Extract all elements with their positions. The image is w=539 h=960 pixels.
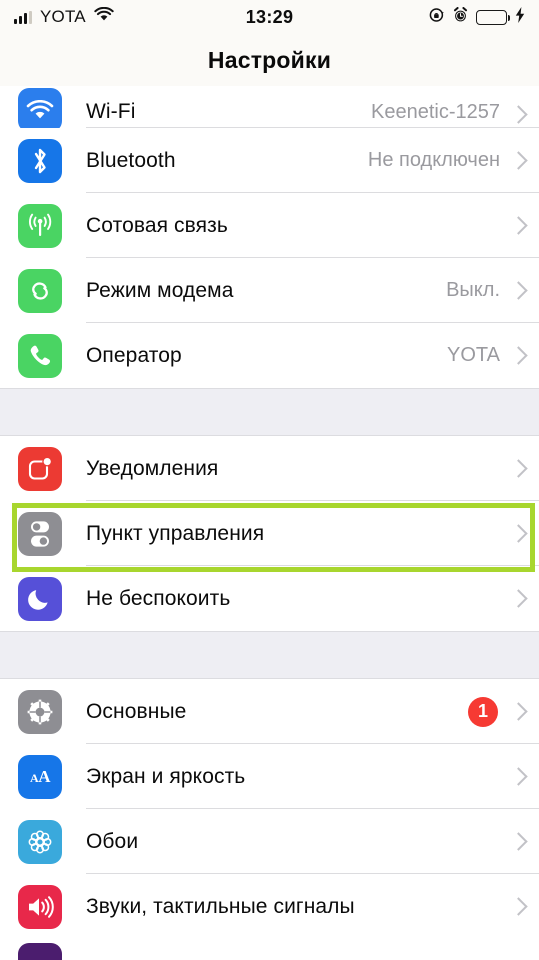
- moon-icon: [18, 576, 62, 621]
- settings-row-notifications[interactable]: Уведомления: [0, 436, 539, 501]
- settings-row-display-brightness[interactable]: AA Экран и яркость: [0, 744, 539, 809]
- settings-row-hotspot[interactable]: Режим модема Выкл.: [0, 258, 539, 323]
- wifi-icon: [94, 6, 114, 27]
- charging-bolt-icon: [515, 6, 525, 28]
- phone-icon: [18, 333, 62, 378]
- carrier-name: YOTA: [40, 7, 86, 26]
- sounds-icon: [18, 884, 62, 929]
- settings-row-label: Звуки, тактильные сигналы: [86, 894, 355, 918]
- settings-row-control-center[interactable]: Пункт управления: [0, 501, 539, 566]
- battery-icon: [476, 9, 511, 25]
- settings-row-general[interactable]: Основные 1: [0, 679, 539, 744]
- status-bar-left: YOTA: [14, 6, 246, 27]
- settings-row-carrier[interactable]: Оператор YOTA: [0, 323, 539, 388]
- settings-row-sounds[interactable]: Звуки, тактильные сигналы: [0, 874, 539, 939]
- settings-row-label: Пункт управления: [86, 521, 265, 545]
- hotspot-icon: [18, 268, 62, 313]
- clock-time: 13:29: [245, 6, 294, 27]
- settings-screen: YOTA 13:29 Настройки Wi-Fi Keenetic-1257…: [0, 0, 539, 960]
- chevron-right-icon: [512, 459, 523, 478]
- settings-row-label: Сотовая связь: [86, 213, 228, 237]
- settings-list[interactable]: Wi-Fi Keenetic-1257 Bluetooth Не подключ…: [0, 86, 539, 960]
- settings-row-wallpaper[interactable]: Обои: [0, 809, 539, 874]
- alarm-clock-icon: [453, 6, 468, 28]
- settings-row-label: Экран и яркость: [86, 764, 246, 788]
- chevron-right-icon: [512, 216, 523, 235]
- bluetooth-icon: [18, 138, 62, 183]
- settings-row-bluetooth[interactable]: Bluetooth Не подключен: [0, 128, 539, 193]
- status-badge: 1: [468, 696, 498, 727]
- wifi-icon: [18, 88, 62, 132]
- settings-row-label: Обои: [86, 829, 139, 853]
- chevron-right-icon: [512, 524, 523, 543]
- cellular-icon: [18, 203, 62, 248]
- aa-glyph: AA: [30, 766, 50, 786]
- settings-row-partial-next[interactable]: [0, 939, 539, 960]
- signal-bars-icon: [14, 10, 32, 24]
- status-bar-right: [293, 6, 525, 28]
- settings-row-wifi[interactable]: Wi-Fi Keenetic-1257: [0, 86, 539, 132]
- chevron-right-icon: [512, 767, 523, 786]
- page-title: Настройки: [207, 46, 332, 73]
- navigation-bar: Настройки: [0, 34, 539, 86]
- control-center-icon: [18, 511, 62, 556]
- chevron-right-icon: [512, 897, 523, 916]
- status-bar-center: 13:29: [246, 7, 294, 28]
- settings-row-value: Не подключен: [367, 149, 500, 171]
- settings-row-label: Режим модема: [86, 278, 234, 302]
- rotation-lock-icon: [429, 7, 445, 28]
- notifications-icon: [18, 446, 62, 491]
- chevron-right-icon: [512, 589, 523, 608]
- chevron-right-icon: [512, 105, 523, 124]
- chevron-right-icon: [512, 281, 523, 300]
- chevron-right-icon: [512, 832, 523, 851]
- wallpaper-icon: [18, 819, 62, 864]
- settings-row-cellular[interactable]: Сотовая связь: [0, 193, 539, 258]
- settings-row-do-not-disturb[interactable]: Не беспокоить: [0, 566, 539, 631]
- settings-row-label: Не беспокоить: [86, 586, 231, 610]
- settings-row-label: Основные: [86, 699, 187, 723]
- settings-row-value: Keenetic-1257: [371, 101, 500, 123]
- settings-row-value: Выкл.: [446, 279, 500, 301]
- display-aa-icon: AA: [18, 754, 62, 799]
- settings-row-label: Оператор: [86, 343, 182, 367]
- section-divider: [0, 388, 539, 436]
- settings-row-label: Wi-Fi: [86, 100, 136, 123]
- settings-row-value: YOTA: [447, 344, 500, 366]
- chevron-right-icon: [512, 151, 523, 170]
- status-bar: YOTA 13:29: [0, 0, 539, 34]
- settings-row-label: Уведомления: [86, 456, 219, 480]
- settings-row-label: Bluetooth: [86, 148, 176, 172]
- settings-group-alerts: Уведомления Пункт управления Не беспокои…: [0, 436, 539, 631]
- chevron-right-icon: [512, 346, 523, 365]
- settings-group-connectivity: Wi-Fi Keenetic-1257 Bluetooth Не подключ…: [0, 86, 539, 388]
- gear-icon: [18, 689, 62, 734]
- siri-icon: [18, 943, 62, 960]
- section-divider: [0, 631, 539, 679]
- chevron-right-icon: [512, 702, 523, 721]
- settings-group-system: Основные 1 AA Экран и яркость Обои Звуки…: [0, 679, 539, 960]
